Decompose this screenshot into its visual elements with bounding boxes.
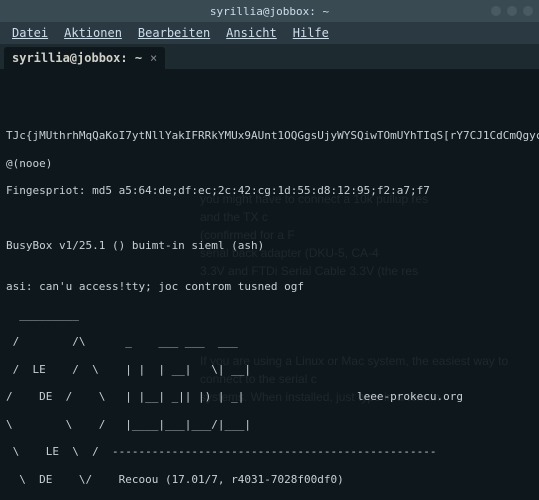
window-title: syrillia@jobbox: ~ xyxy=(210,5,329,18)
menu-actions[interactable]: Aktionen xyxy=(58,24,128,42)
minimize-icon[interactable] xyxy=(491,6,501,16)
menu-edit[interactable]: Bearbeiten xyxy=(132,24,216,42)
menu-view[interactable]: Ansicht xyxy=(220,24,283,42)
menu-bar: Datei Aktionen Bearbeiten Ansicht Hilfe xyxy=(0,22,539,44)
terminal-view[interactable]: you might have to connect a 10k pullup r… xyxy=(0,70,539,500)
window-controls xyxy=(491,6,533,16)
terminal-line: BusyBox v1/25.1 () buimt-in sieml (ash) xyxy=(6,239,533,253)
terminal-line: / /\ _ ___ ___ ___ xyxy=(6,335,533,349)
window-titlebar: syrillia@jobbox: ~ xyxy=(0,0,539,22)
terminal-line: \ \ / |____|___|___/|___| xyxy=(6,418,533,432)
maximize-icon[interactable] xyxy=(507,6,517,16)
terminal-line: \ LE \ / -------------------------------… xyxy=(6,445,533,459)
terminal-line: TJc{jMUthrhMqQaKoI7ytNllYakIFRRkYMUx9AUn… xyxy=(6,129,533,143)
terminal-line: @(nooe) xyxy=(6,157,533,171)
tab-label: syrillia@jobbox: ~ xyxy=(12,51,142,65)
tab-close-icon[interactable]: × xyxy=(150,51,157,65)
terminal-line: Fingespriot: md5 a5:64:de;df:ec;2c:42:cg… xyxy=(6,184,533,198)
tab-bar: syrillia@jobbox: ~ × xyxy=(0,44,539,70)
menu-file[interactable]: Datei xyxy=(6,24,54,42)
terminal-line: / LE / \ | | | __| \| __| xyxy=(6,363,533,377)
terminal-tab[interactable]: syrillia@jobbox: ~ × xyxy=(4,47,165,69)
terminal-line: \ DE \/ Recoou (17.01/7, r4031-7028f00df… xyxy=(6,473,533,487)
menu-help[interactable]: Hilfe xyxy=(287,24,335,42)
terminal-line: asi: can'u access!tty; joc controm tusne… xyxy=(6,280,533,294)
terminal-content: TJc{jMUthrhMqQaKoI7ytNllYakIFRRkYMUx9AUn… xyxy=(6,115,533,500)
terminal-line: _________ xyxy=(6,308,533,322)
close-window-icon[interactable] xyxy=(523,6,533,16)
terminal-line: / DE / \ | |__| _|| |) | _| leee-prokecu… xyxy=(6,390,533,404)
